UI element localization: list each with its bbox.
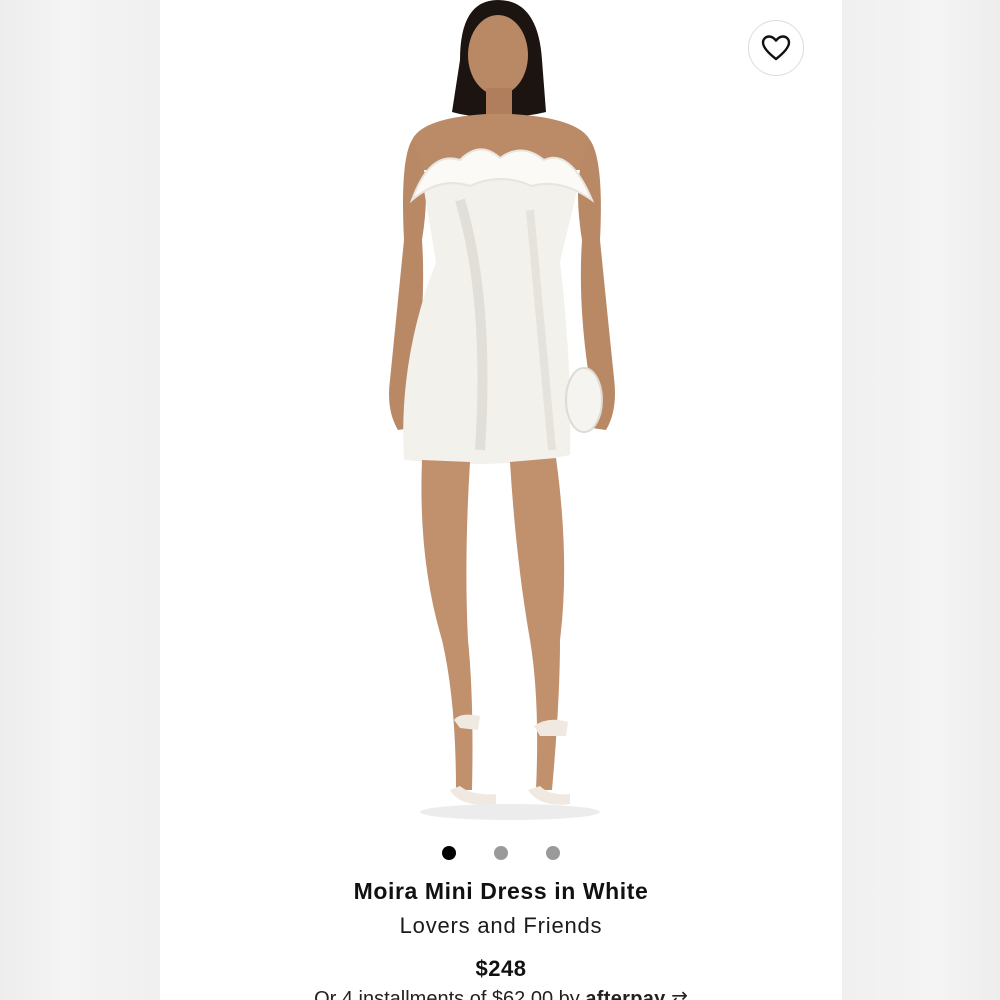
product-card: Moira Mini Dress in White Lovers and Fri… <box>160 0 842 1000</box>
product-title: Moira Mini Dress in White <box>353 878 649 904</box>
heart-outline-icon <box>761 35 791 61</box>
installments-text: Or 4 installments of $62.00 by <box>314 988 580 1000</box>
installments-info[interactable]: Or 4 installments of $62.00 by afterpay … <box>160 986 842 1000</box>
gallery-dot-3[interactable] <box>546 846 560 860</box>
screenshot-stage: Moira Mini Dress in White Lovers and Fri… <box>0 0 1000 1000</box>
afterpay-logo: afterpay <box>585 988 666 1000</box>
gallery-dot-2[interactable] <box>494 846 508 860</box>
product-price: $248 <box>475 956 527 981</box>
gallery-dot-1[interactable] <box>442 846 456 860</box>
product-brand[interactable]: Lovers and Friends <box>160 913 842 939</box>
gallery-pagination <box>160 846 842 860</box>
model-illustration <box>389 0 615 820</box>
product-image[interactable] <box>160 0 842 830</box>
afterpay-arrows-icon: ⇄ <box>671 988 688 1000</box>
left-backdrop <box>0 0 160 1000</box>
right-backdrop <box>842 0 1000 1000</box>
favorite-button[interactable] <box>748 20 804 76</box>
